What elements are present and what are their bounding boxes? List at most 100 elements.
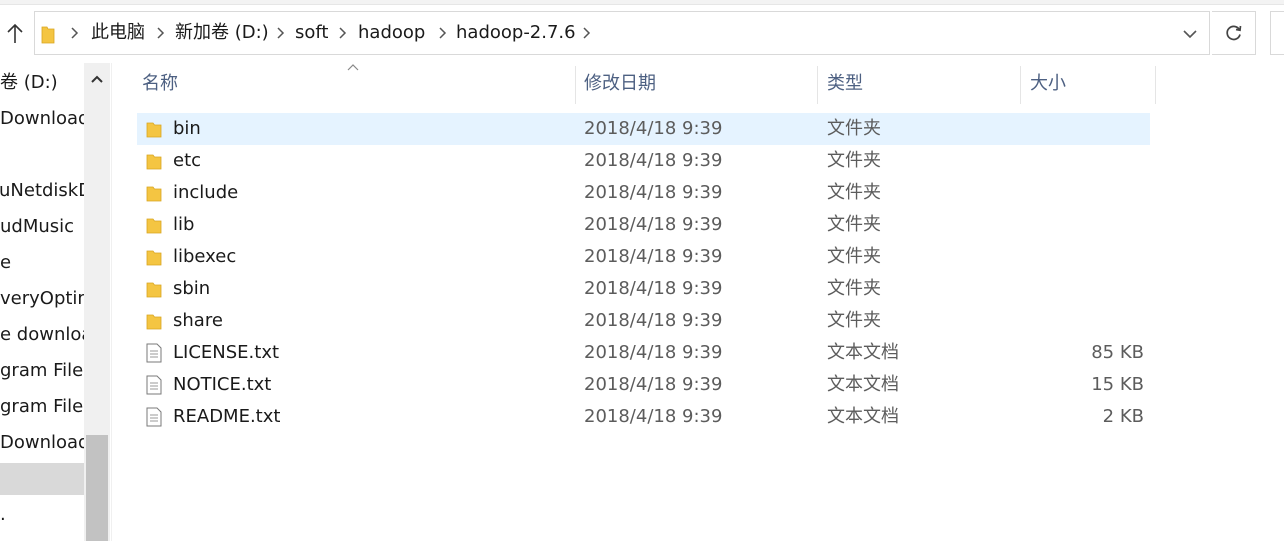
folder-icon (146, 314, 162, 330)
file-row[interactable]: lib 2018/4/18 9:39 文件夹 (137, 209, 1150, 241)
file-type: 文本文档 (827, 342, 899, 363)
nav-item-label: . (0, 504, 6, 525)
nav-item-label: Download (0, 108, 84, 129)
file-name: lib (173, 214, 195, 235)
chevron-right-icon[interactable] (69, 25, 79, 41)
file-row[interactable]: bin 2018/4/18 9:39 文件夹 (137, 113, 1150, 145)
file-date: 2018/4/18 9:39 (584, 278, 723, 299)
nav-item-selected[interactable] (0, 463, 84, 495)
chevron-down-icon[interactable] (1181, 25, 1199, 43)
folder-icon (146, 282, 162, 298)
nav-item[interactable]: luNetdiskD (0, 176, 84, 206)
text-file-icon (146, 375, 162, 395)
file-name: libexec (173, 246, 237, 267)
search-box[interactable] (1270, 11, 1284, 55)
file-date: 2018/4/18 9:39 (584, 246, 723, 267)
file-type: 文件夹 (827, 310, 881, 331)
file-row[interactable]: share 2018/4/18 9:39 文件夹 (137, 305, 1150, 337)
nav-item-label: veryOptim (0, 288, 84, 309)
chevron-right-icon[interactable] (581, 25, 591, 41)
title-strip (0, 0, 1284, 5)
nav-item-label: Download (0, 432, 84, 453)
chevron-right-icon[interactable] (437, 25, 447, 41)
file-type: 文件夹 (827, 150, 881, 171)
file-name: bin (173, 118, 201, 139)
text-file-icon (146, 407, 162, 427)
nav-item-label: 卷 (D:) (0, 72, 58, 93)
chevron-right-icon[interactable] (275, 25, 285, 41)
breadcrumb-hadoop-2-7-6[interactable]: hadoop-2.7.6 (456, 22, 576, 44)
nav-item[interactable]: . (0, 500, 84, 530)
nav-item-label: gram Files (0, 360, 84, 381)
column-divider[interactable] (1155, 66, 1156, 104)
file-row[interactable]: include 2018/4/18 9:39 文件夹 (137, 177, 1150, 209)
file-size: 2 KB (1102, 406, 1144, 427)
file-row[interactable]: etc 2018/4/18 9:39 文件夹 (137, 145, 1150, 177)
nav-item[interactable]: gram Files (0, 392, 84, 422)
pane-divider[interactable] (111, 63, 112, 541)
breadcrumb-drive-d[interactable]: 新加卷 (D:) (175, 22, 269, 44)
caret-up-icon (91, 75, 103, 83)
file-type: 文件夹 (827, 182, 881, 203)
nav-item-label: gram Files (0, 396, 84, 417)
folder-icon (146, 186, 162, 202)
file-type: 文件夹 (827, 246, 881, 267)
folder-icon (146, 250, 162, 266)
column-header-date[interactable]: 修改日期 (584, 66, 656, 102)
file-name: README.txt (173, 406, 281, 427)
refresh-button[interactable] (1212, 11, 1256, 55)
column-header-name[interactable]: 名称 (142, 66, 178, 102)
nav-item[interactable]: udMusic (0, 212, 84, 242)
column-divider[interactable] (575, 66, 576, 104)
file-row[interactable]: sbin 2018/4/18 9:39 文件夹 (137, 273, 1150, 305)
chevron-right-icon[interactable] (337, 25, 347, 41)
nav-item[interactable] (0, 140, 84, 170)
nav-item[interactable]: gram Files (0, 356, 84, 386)
nav-item[interactable]: Download (0, 428, 84, 458)
nav-item[interactable]: veryOptim (0, 284, 84, 314)
file-date: 2018/4/18 9:39 (584, 150, 723, 171)
file-row[interactable]: LICENSE.txt 2018/4/18 9:39 文本文档 85 KB (137, 337, 1150, 369)
nav-item[interactable]: e (0, 248, 84, 278)
column-divider[interactable] (1020, 66, 1021, 104)
column-divider[interactable] (817, 66, 818, 104)
nav-item-label: e (0, 252, 12, 273)
file-date: 2018/4/18 9:39 (584, 342, 723, 363)
file-name: sbin (173, 278, 211, 299)
file-row[interactable]: libexec 2018/4/18 9:39 文件夹 (137, 241, 1150, 273)
nav-item-label: luNetdiskD (0, 180, 84, 201)
refresh-icon (1225, 25, 1241, 41)
file-name: etc (173, 150, 202, 171)
column-header-type[interactable]: 类型 (827, 66, 863, 102)
file-date: 2018/4/18 9:39 (584, 406, 723, 427)
address-bar[interactable]: 此电脑 新加卷 (D:) soft hadoop hadoop-2.7.6 (34, 11, 1210, 55)
file-date: 2018/4/18 9:39 (584, 214, 723, 235)
folder-icon (41, 26, 55, 44)
file-type: 文件夹 (827, 278, 881, 299)
nav-item-label: udMusic (0, 216, 75, 237)
file-type: 文件夹 (827, 214, 881, 235)
nav-item[interactable]: 卷 (D:) (0, 68, 84, 98)
column-header-size[interactable]: 大小 (1030, 66, 1066, 102)
up-button[interactable] (0, 16, 30, 52)
folder-icon (146, 122, 162, 138)
breadcrumb-soft[interactable]: soft (295, 22, 328, 44)
file-name: NOTICE.txt (173, 374, 272, 395)
file-row[interactable]: NOTICE.txt 2018/4/18 9:39 文本文档 15 KB (137, 369, 1150, 401)
file-date: 2018/4/18 9:39 (584, 182, 723, 203)
text-file-icon (146, 343, 162, 363)
file-type: 文本文档 (827, 374, 899, 395)
nav-item-label: e downloa (0, 324, 84, 345)
breadcrumb-this-pc[interactable]: 此电脑 (91, 22, 145, 44)
nav-item[interactable]: Download (0, 104, 84, 134)
nav-item[interactable]: e downloa (0, 320, 84, 350)
scroll-thumb[interactable] (86, 435, 108, 541)
scroll-up-button[interactable] (84, 63, 110, 95)
file-size: 15 KB (1091, 374, 1144, 395)
breadcrumb-hadoop[interactable]: hadoop (358, 22, 425, 44)
chevron-right-icon[interactable] (155, 25, 165, 41)
file-date: 2018/4/18 9:39 (584, 118, 723, 139)
folder-icon (146, 154, 162, 170)
file-row[interactable]: README.txt 2018/4/18 9:39 文本文档 2 KB (137, 401, 1150, 433)
nav-scrollbar[interactable] (84, 63, 110, 541)
